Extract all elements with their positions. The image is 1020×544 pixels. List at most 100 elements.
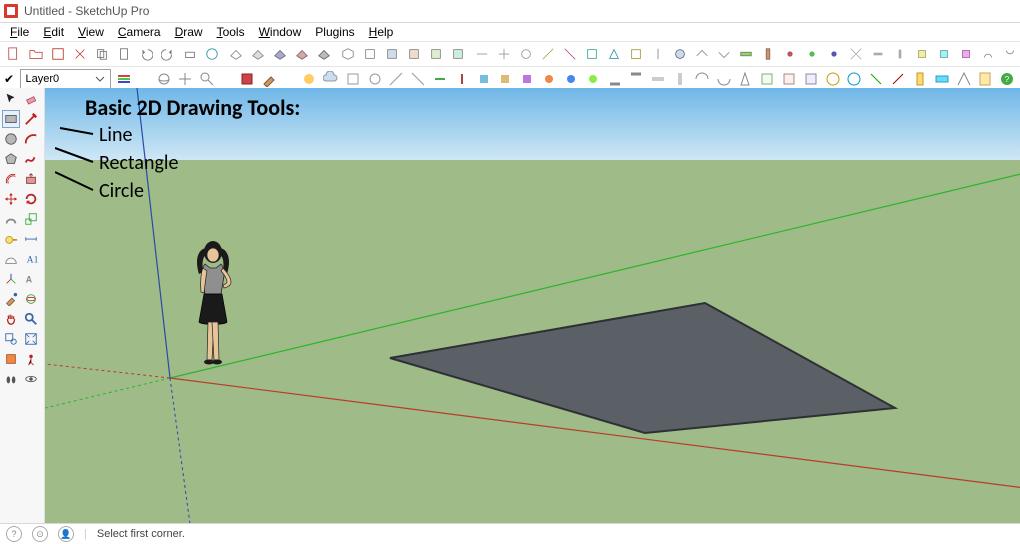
position-camera-tool[interactable]: [22, 350, 40, 368]
menu-view[interactable]: View: [72, 24, 110, 40]
paint-tool[interactable]: [2, 290, 20, 308]
tb-extra-4[interactable]: [538, 44, 558, 64]
r2-extra-14[interactable]: [627, 69, 645, 89]
look-around-tool[interactable]: [22, 370, 40, 388]
tb-hidden-line[interactable]: [248, 44, 268, 64]
r2-extra-1[interactable]: [344, 69, 362, 89]
menu-camera[interactable]: Camera: [112, 24, 167, 40]
menu-tools[interactable]: Tools: [211, 24, 251, 40]
r2-help[interactable]: ?: [998, 69, 1016, 89]
tb-extra-8[interactable]: [626, 44, 646, 64]
polygon-tool[interactable]: [2, 150, 20, 168]
r2-zoom[interactable]: [198, 69, 216, 89]
tb-undo[interactable]: [136, 44, 156, 64]
tb-extra-14[interactable]: [758, 44, 778, 64]
r2-extra-11[interactable]: [562, 69, 580, 89]
tb-print[interactable]: [180, 44, 200, 64]
tb-extra-25[interactable]: [1000, 44, 1020, 64]
tb-extra-9[interactable]: [648, 44, 668, 64]
zoom-extents-tool[interactable]: [22, 330, 40, 348]
r2-extra-24[interactable]: [846, 69, 864, 89]
r2-extra-12[interactable]: [584, 69, 602, 89]
status-geo-icon[interactable]: ⊙: [32, 526, 48, 542]
tb-new[interactable]: [4, 44, 24, 64]
tb-extra-15[interactable]: [780, 44, 800, 64]
offset-tool[interactable]: [2, 170, 20, 188]
zoom-window-tool[interactable]: [2, 330, 20, 348]
tb-extra-19[interactable]: [868, 44, 888, 64]
tb-extra-23[interactable]: [956, 44, 976, 64]
r2-extra-22[interactable]: [802, 69, 820, 89]
pan-tool[interactable]: [2, 310, 20, 328]
tb-extra-1[interactable]: [472, 44, 492, 64]
tb-top[interactable]: [360, 44, 380, 64]
viewport[interactable]: Basic 2D Drawing Tools: Line Rectangle C…: [45, 88, 1020, 524]
r2-shadows[interactable]: [300, 69, 318, 89]
tb-shaded[interactable]: [270, 44, 290, 64]
r2-extra-15[interactable]: [649, 69, 667, 89]
tb-back[interactable]: [426, 44, 446, 64]
tb-extra-24[interactable]: [978, 44, 998, 64]
tb-extra-21[interactable]: [912, 44, 932, 64]
tape-tool[interactable]: [2, 230, 20, 248]
r2-extra-6[interactable]: [453, 69, 471, 89]
tb-iso[interactable]: [338, 44, 358, 64]
tb-extra-16[interactable]: [802, 44, 822, 64]
tb-model-info[interactable]: [202, 44, 222, 64]
menu-file[interactable]: File: [4, 24, 35, 40]
status-help-icon[interactable]: ?: [6, 526, 22, 542]
tb-extra-2[interactable]: [494, 44, 514, 64]
tb-front[interactable]: [382, 44, 402, 64]
arc-tool[interactable]: [22, 130, 40, 148]
r2-extra-3[interactable]: [388, 69, 406, 89]
r2-extra-5[interactable]: [431, 69, 449, 89]
r2-extra-13[interactable]: [606, 69, 624, 89]
r2-extra-27[interactable]: [911, 69, 929, 89]
circle-tool[interactable]: [2, 130, 20, 148]
tb-extra-20[interactable]: [890, 44, 910, 64]
rotate-tool[interactable]: [22, 190, 40, 208]
followme-tool[interactable]: [2, 210, 20, 228]
3dtext-tool[interactable]: A: [22, 270, 40, 288]
status-user-icon[interactable]: 👤: [58, 526, 74, 542]
layer-manager-button[interactable]: [115, 69, 133, 89]
tb-cut[interactable]: [70, 44, 90, 64]
r2-extra-7[interactable]: [475, 69, 493, 89]
line-tool[interactable]: [22, 110, 40, 128]
orbit-tool[interactable]: [22, 290, 40, 308]
tb-extra-12[interactable]: [714, 44, 734, 64]
tb-shaded-textures[interactable]: [292, 44, 312, 64]
tb-extra-7[interactable]: [604, 44, 624, 64]
r2-extra-2[interactable]: [366, 69, 384, 89]
tb-paste[interactable]: [114, 44, 134, 64]
r2-pan[interactable]: [177, 69, 195, 89]
r2-extra-8[interactable]: [497, 69, 515, 89]
tb-redo[interactable]: [158, 44, 178, 64]
r2-extra-16[interactable]: [671, 69, 689, 89]
tb-extra-18[interactable]: [846, 44, 866, 64]
axes-tool[interactable]: [2, 270, 20, 288]
r2-extra-28[interactable]: [933, 69, 951, 89]
menu-edit[interactable]: Edit: [37, 24, 70, 40]
r2-extra-9[interactable]: [518, 69, 536, 89]
tb-monochrome[interactable]: [314, 44, 334, 64]
menu-draw[interactable]: Draw: [169, 24, 209, 40]
r2-extra-29[interactable]: [955, 69, 973, 89]
tb-extra-11[interactable]: [692, 44, 712, 64]
section-tool[interactable]: [2, 350, 20, 368]
tb-right[interactable]: [404, 44, 424, 64]
tb-left[interactable]: [448, 44, 468, 64]
tb-extra-6[interactable]: [582, 44, 602, 64]
r2-orbit[interactable]: [155, 69, 173, 89]
tb-wireframe[interactable]: [226, 44, 246, 64]
r2-paint[interactable]: [260, 69, 278, 89]
r2-extra-17[interactable]: [693, 69, 711, 89]
text-tool[interactable]: A1: [22, 250, 40, 268]
r2-component[interactable]: [238, 69, 256, 89]
r2-extra-25[interactable]: [867, 69, 885, 89]
r2-extra-23[interactable]: [824, 69, 842, 89]
scale-tool[interactable]: [22, 210, 40, 228]
layer-combo[interactable]: Layer0: [20, 69, 110, 89]
select-tool[interactable]: [2, 90, 20, 108]
r2-fog[interactable]: [322, 69, 340, 89]
